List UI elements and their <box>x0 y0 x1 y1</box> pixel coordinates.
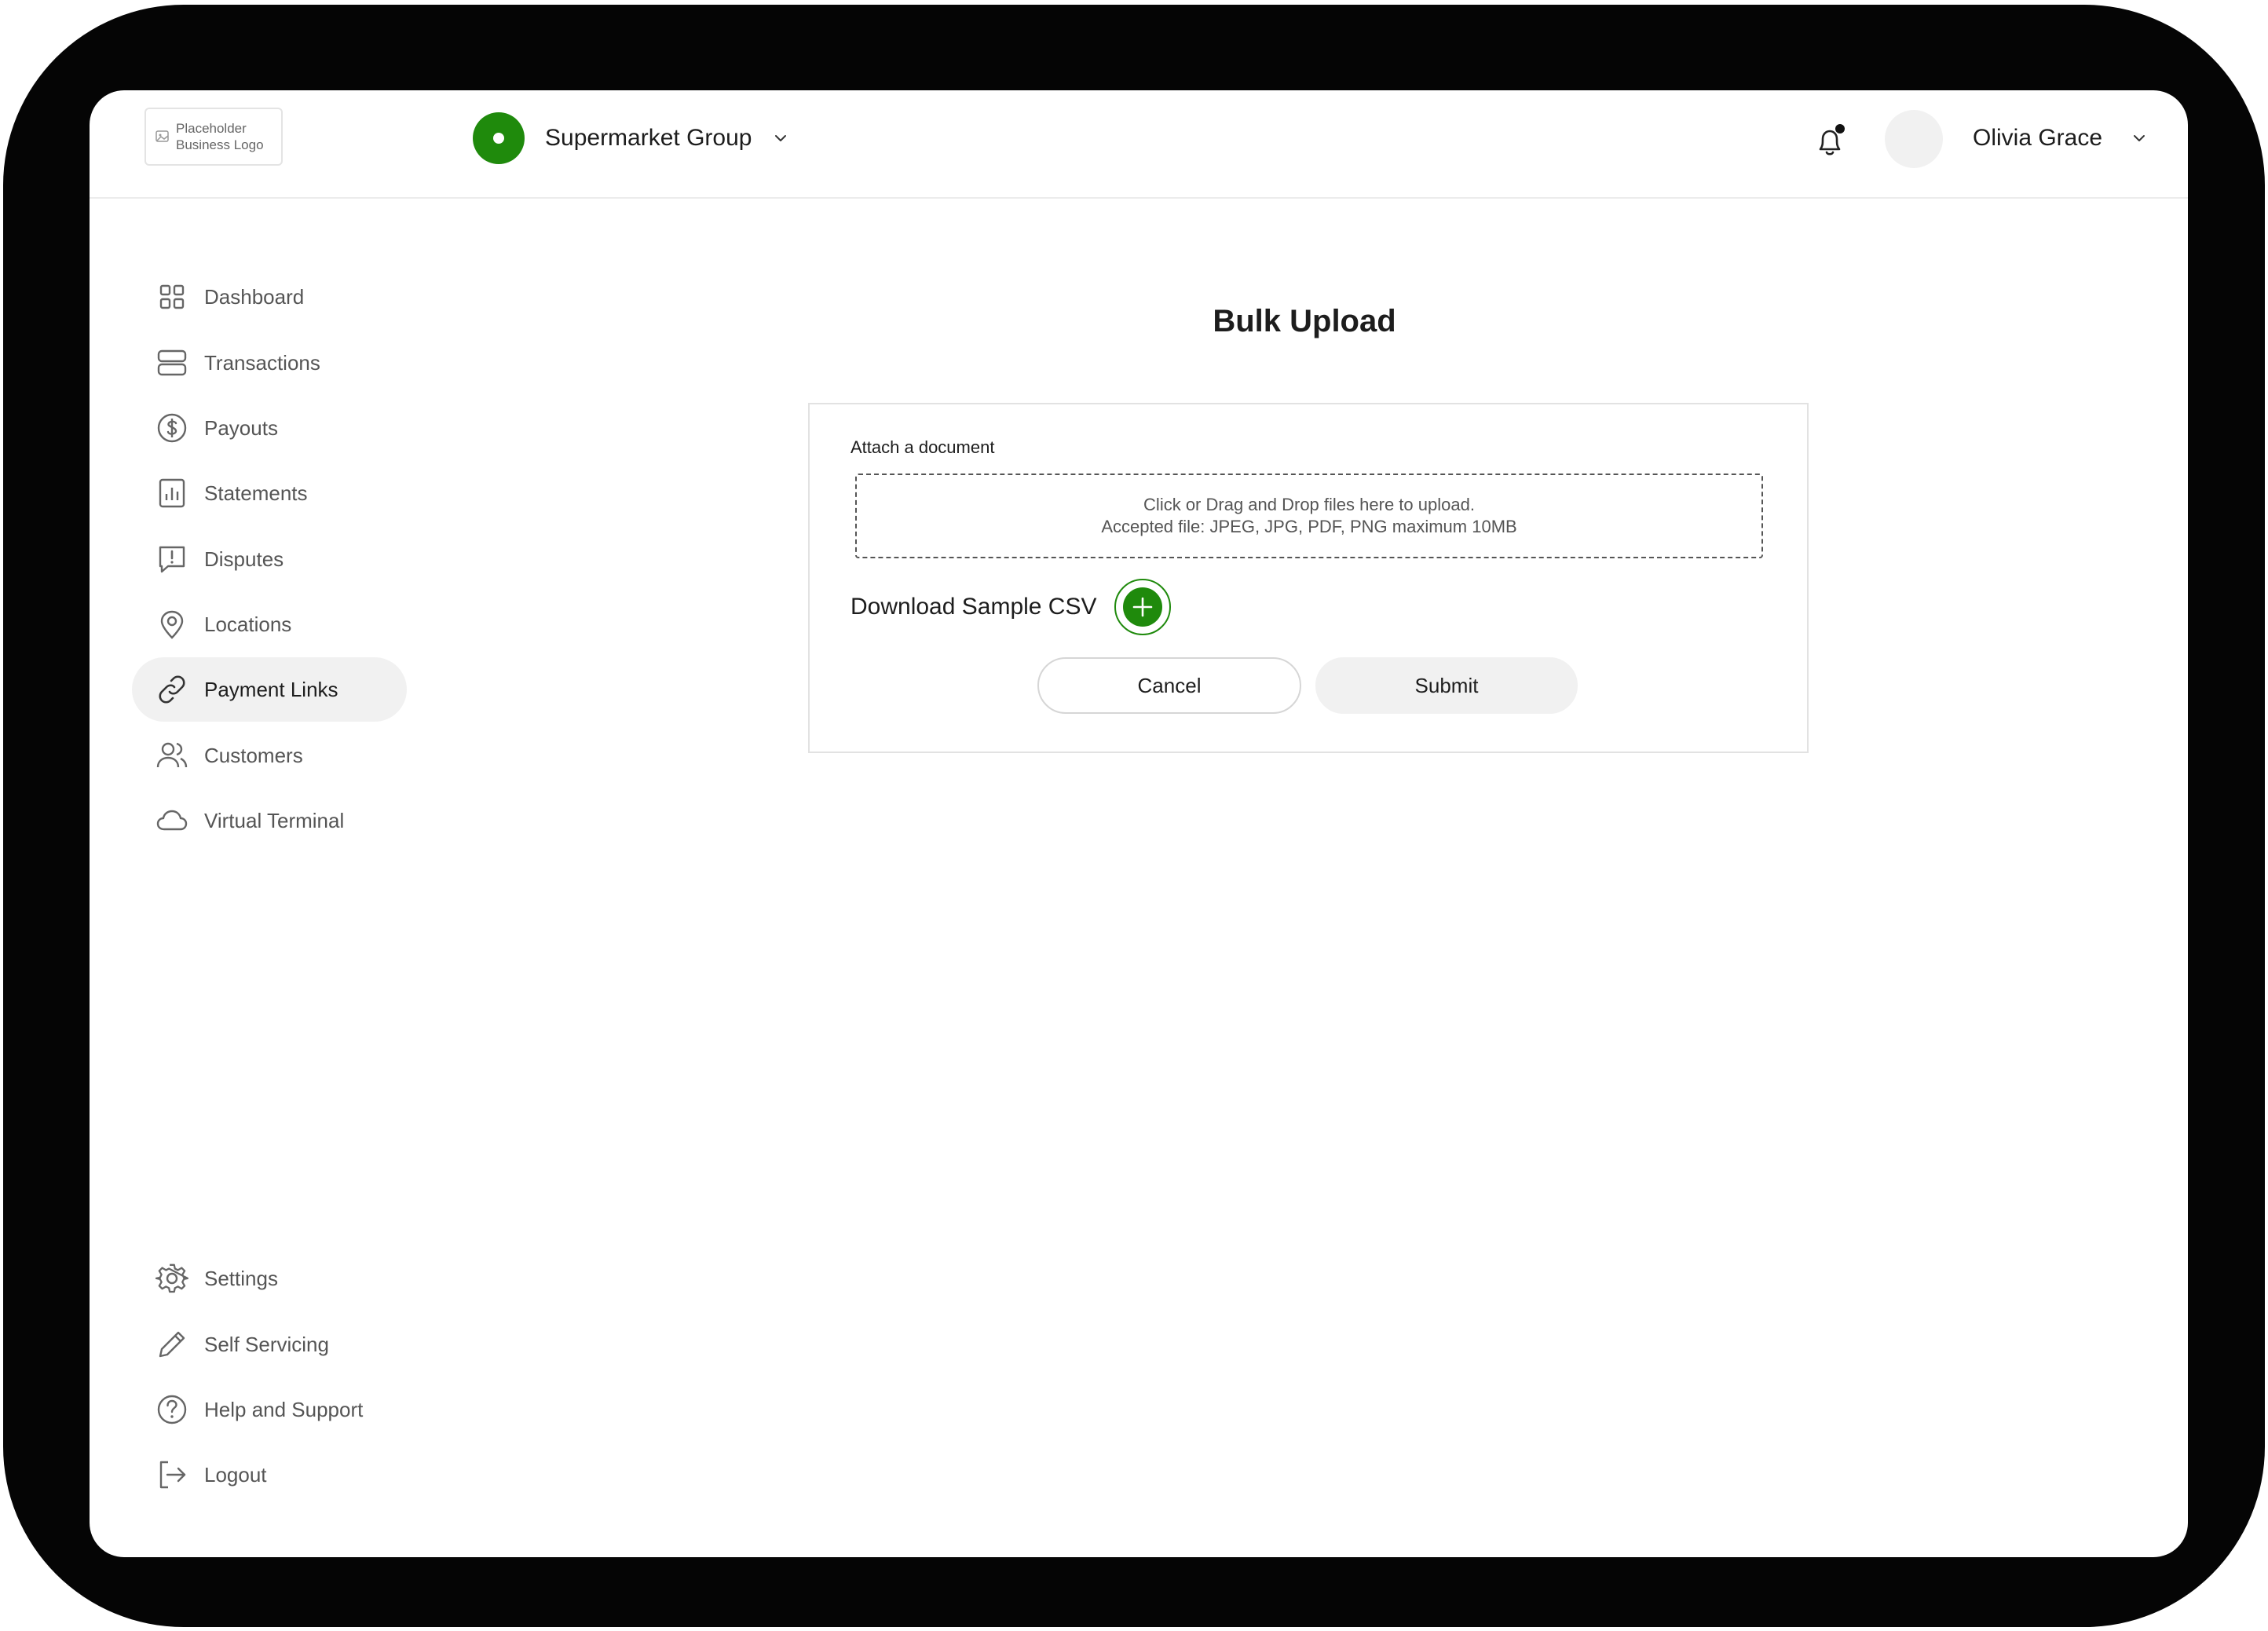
bar-chart-icon <box>159 478 185 508</box>
chevron-down-icon <box>2134 135 2145 141</box>
sidebar-item-label: Logout <box>204 1462 267 1487</box>
bell-icon <box>1819 124 1845 155</box>
sidebar-item-customers[interactable]: Customers <box>132 723 407 788</box>
sidebar-item-payouts[interactable]: Payouts <box>132 396 407 460</box>
notification-button[interactable] <box>1814 123 1845 159</box>
app-screen: Placeholder Business Logo Supermarket Gr… <box>90 90 2188 1557</box>
download-sample-row: Download Sample CSV <box>850 577 1171 637</box>
logout-icon <box>159 1461 186 1489</box>
help-circle-icon <box>157 1395 187 1424</box>
chevron-down-icon <box>775 135 787 141</box>
dropzone-instruction: Click or Drag and Drop files here to upl… <box>1143 495 1475 514</box>
device-frame: Placeholder Business Logo Supermarket Gr… <box>3 5 2265 1627</box>
group-logo <box>473 112 525 164</box>
sidebar-item-locations[interactable]: Locations <box>132 592 407 656</box>
sidebar-item-label: Help and Support <box>204 1397 364 1421</box>
cancel-button[interactable]: Cancel <box>1037 657 1301 714</box>
alert-message-icon <box>159 546 185 573</box>
sidebar-item-statements[interactable]: Statements <box>132 461 407 525</box>
file-dropzone[interactable]: Click or Drag and Drop files here to upl… <box>855 474 1763 558</box>
link-icon <box>159 675 185 704</box>
top-header: Placeholder Business Logo Supermarket Gr… <box>90 90 2188 199</box>
gear-icon <box>155 1263 188 1293</box>
sidebar-item-transactions[interactable]: Transactions <box>132 331 407 395</box>
sidebar-item-label: Dashboard <box>204 284 305 309</box>
sidebar-item-label: Locations <box>204 612 292 636</box>
sidebar-item-payment-links[interactable]: Payment Links <box>132 657 407 722</box>
cloud-icon <box>156 810 188 831</box>
map-pin-icon <box>160 610 184 639</box>
dropzone-accepted-files: Accepted file: JPEG, JPG, PDF, PNG maxim… <box>1101 517 1517 536</box>
dashboard-grid-icon <box>159 284 185 309</box>
sidebar-item-virtual-terminal[interactable]: Virtual Terminal <box>132 788 407 853</box>
user-name: Olivia Grace <box>1973 125 2103 151</box>
pencil-icon <box>159 1331 185 1358</box>
users-icon <box>156 742 188 768</box>
group-selector[interactable]: Supermarket Group <box>473 112 789 164</box>
submit-button[interactable]: Submit <box>1315 657 1578 714</box>
sidebar-item-dashboard[interactable]: Dashboard <box>132 265 407 329</box>
group-name: Supermarket Group <box>545 125 752 151</box>
attach-label: Attach a document <box>850 437 995 457</box>
download-sample-label: Download Sample CSV <box>850 594 1097 620</box>
sidebar-item-label: Statements <box>204 481 308 505</box>
sidebar-item-logout[interactable]: Logout <box>132 1443 407 1507</box>
sidebar-item-label: Payment Links <box>204 677 338 701</box>
avatar[interactable] <box>1885 110 1943 168</box>
sidebar-item-label: Self Servicing <box>204 1332 329 1356</box>
sidebar-item-help-and-support[interactable]: Help and Support <box>132 1377 407 1442</box>
business-logo: Placeholder Business Logo <box>144 108 283 166</box>
logo-text: Placeholder Business Logo <box>176 121 264 152</box>
user-menu[interactable]: Olivia Grace <box>1973 120 2148 156</box>
sidebar-item-label: Virtual Terminal <box>204 808 345 832</box>
sidebar-item-self-servicing[interactable]: Self Servicing <box>132 1312 407 1377</box>
sidebar-item-label: Settings <box>204 1266 278 1290</box>
sidebar-item-settings[interactable]: Settings <box>132 1246 407 1311</box>
sidebar-item-disputes[interactable]: Disputes <box>132 527 407 591</box>
sidebar-item-label: Disputes <box>204 547 284 571</box>
dollar-circle-icon <box>157 413 187 443</box>
image-icon <box>155 130 169 142</box>
bulk-upload-card: Attach a document Click or Drag and Drop… <box>808 403 1809 753</box>
sidebar-item-label: Customers <box>204 743 303 767</box>
plus-icon <box>1132 597 1152 617</box>
sidebar-item-label: Payouts <box>204 415 278 440</box>
sidebar-item-label: Transactions <box>204 350 320 375</box>
download-sample-button[interactable] <box>1114 579 1171 635</box>
transactions-icon <box>157 349 187 376</box>
page-title: Bulk Upload <box>1213 304 1396 338</box>
